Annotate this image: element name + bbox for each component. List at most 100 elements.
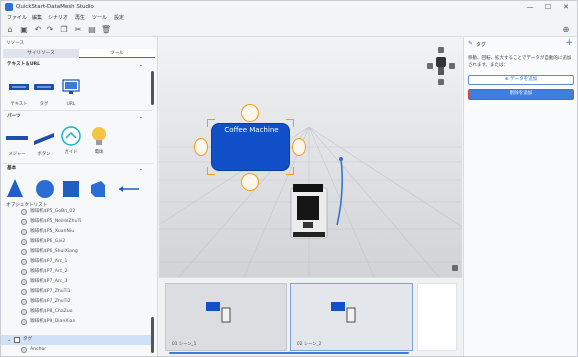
list-item[interactable]: 咖啡机$P9_DianXian xyxy=(1,317,151,327)
minimize-button[interactable]: — xyxy=(521,1,539,13)
palette-guide-label: ガイド xyxy=(64,150,78,155)
divider xyxy=(3,163,153,164)
left-tabs: サイリソース ツール xyxy=(3,49,155,58)
scene-viewport[interactable]: Coffee Machine xyxy=(159,37,462,277)
delete-all-button[interactable]: 削除を追加 xyxy=(468,89,574,100)
scene-thumbnail-2[interactable]: 02 シーン_2 xyxy=(290,283,413,351)
scene-preview xyxy=(206,302,231,323)
object-icon xyxy=(21,279,27,285)
guide-arrow-icon xyxy=(61,126,81,146)
palette-tag[interactable]: タグ xyxy=(31,77,57,107)
palette-measure-label: メジャー xyxy=(8,152,26,157)
palette-button[interactable]: ボタン xyxy=(31,127,57,157)
checkbox-icon[interactable] xyxy=(14,337,20,343)
cube-shape-icon[interactable] xyxy=(63,181,79,197)
palette-scrollbar[interactable] xyxy=(151,71,154,105)
redo-icon[interactable]: ↷ xyxy=(45,25,55,35)
panel-description: 移動、回転、拡大することでデータが自動的に追加されます。または： xyxy=(468,56,572,68)
list-item[interactable]: 咖啡机$P5_NeiHeZhuTi xyxy=(1,217,151,227)
scene-strip: 01 シーン_1 02 シーン_2 xyxy=(159,277,462,356)
list-item[interactable]: 咖啡机$P6_ShuiXiang xyxy=(1,247,151,257)
menu-settings[interactable]: 設定 xyxy=(114,13,124,23)
edit-icon[interactable]: ✎ xyxy=(468,40,473,47)
palette-text-label: テキスト xyxy=(10,102,28,107)
tab-tools[interactable]: ツール xyxy=(79,49,155,58)
box-shape-icon[interactable] xyxy=(91,181,105,197)
menu-edit[interactable]: 編集 xyxy=(32,13,42,23)
object-list-scrollbar[interactable] xyxy=(151,317,154,353)
list-item[interactable]: 咖啡机$P7_Arc_2 xyxy=(1,267,151,277)
scene-thumbnail-1[interactable]: 01 シーン_1 xyxy=(165,283,287,351)
tag-label-object[interactable]: Coffee Machine xyxy=(211,123,290,171)
title-bar: QuickStart-DataMesh Studio — ☐ ✕ xyxy=(1,1,577,13)
palette-measure[interactable]: メジャー xyxy=(4,127,30,157)
list-item[interactable]: 咖啡机$P5_GoBn_02 xyxy=(1,207,151,217)
home-icon[interactable]: ⌂ xyxy=(5,25,15,35)
list-item[interactable]: Anchor xyxy=(1,345,151,355)
floor-grid xyxy=(159,126,462,277)
list-item-tag[interactable]: ⌄ タグ xyxy=(1,335,151,345)
rotate-right-handle[interactable] xyxy=(292,138,306,156)
measure-icon xyxy=(6,136,28,140)
view-top-icon[interactable] xyxy=(438,47,444,53)
object-icon xyxy=(21,289,27,295)
paste-icon[interactable]: ▤ xyxy=(87,25,97,35)
add-data-button[interactable]: ⊕ データを追加 xyxy=(468,75,574,85)
left-panel: リソース サイリソース ツール テキスト＆URL ⌄ テキスト タグ URL パ… xyxy=(1,37,158,356)
add-scene-slot[interactable] xyxy=(417,283,457,351)
robot-avatar-icon xyxy=(436,57,446,75)
rotate-bottom-handle[interactable] xyxy=(241,173,259,191)
list-item[interactable]: 咖啡机$P6_Gai2 xyxy=(1,237,151,247)
list-item[interactable]: 咖啡机$P5_XuanNiu xyxy=(1,227,151,237)
delete-icon[interactable]: 🗑 xyxy=(101,25,111,35)
group-parts[interactable]: パーツ ⌄ xyxy=(7,113,149,121)
scene-strip-scrollbar[interactable] xyxy=(169,352,409,354)
cone-shape-icon[interactable] xyxy=(7,179,23,197)
object-icon xyxy=(21,229,27,235)
power-cable xyxy=(336,157,343,226)
view-right-icon[interactable] xyxy=(449,63,455,69)
view-navigator[interactable] xyxy=(427,47,455,85)
palette-guide[interactable]: ガイド xyxy=(58,125,84,155)
copy-icon[interactable]: ❐ xyxy=(59,25,69,35)
undo-icon[interactable]: ↶ xyxy=(33,25,43,35)
view-bottom-icon[interactable] xyxy=(438,79,444,85)
menu-tools[interactable]: ツール xyxy=(92,13,107,23)
rotate-left-handle[interactable] xyxy=(194,138,208,156)
view-left-icon[interactable] xyxy=(427,63,433,69)
tab-my-resources[interactable]: サイリソース xyxy=(3,49,79,58)
palette-bulb[interactable]: 電球 xyxy=(86,125,112,155)
group-basic[interactable]: 基本 ⌄ xyxy=(7,165,149,173)
add-icon[interactable]: + xyxy=(565,39,573,48)
list-item[interactable]: 咖啡机$P7_Arc_1 xyxy=(1,257,151,267)
maximize-button[interactable]: ☐ xyxy=(539,1,557,13)
scene-preview xyxy=(331,302,356,323)
close-button[interactable]: ✕ xyxy=(557,1,575,13)
object-icon xyxy=(21,319,27,325)
monitor-icon xyxy=(62,79,80,94)
group-basic-label: 基本 xyxy=(7,166,17,171)
save-icon[interactable]: ▣ xyxy=(19,25,29,35)
menu-play[interactable]: 再生 xyxy=(75,13,85,23)
coffee-machine-model[interactable] xyxy=(289,182,329,240)
palette-url-label: URL xyxy=(66,102,76,107)
object-icon xyxy=(21,347,27,353)
light-bulb-icon xyxy=(92,127,106,145)
grid-toggle-icon[interactable] xyxy=(452,265,458,271)
object-icon xyxy=(21,219,27,225)
menu-bar: ファイル 編集 シナリオ 再生 ツール 設定 xyxy=(1,13,577,23)
menu-scenario[interactable]: シナリオ xyxy=(48,13,68,23)
menu-file[interactable]: ファイル xyxy=(7,13,27,23)
cut-icon[interactable]: ✂ xyxy=(73,25,83,35)
palette-url[interactable]: URL xyxy=(58,77,84,107)
publish-icon[interactable]: ⊕ xyxy=(561,25,571,35)
list-item[interactable]: 咖啡机$P7_ZhuTi1 xyxy=(1,287,151,297)
palette-text[interactable]: テキスト xyxy=(6,77,32,107)
object-icon xyxy=(21,309,27,315)
group-text-url[interactable]: テキスト＆URL ⌄ xyxy=(7,61,149,69)
list-item[interactable]: 咖啡机$P7_Arc_3 xyxy=(1,277,151,287)
sphere-shape-icon[interactable] xyxy=(36,180,54,198)
list-item[interactable]: 咖啡机$P8_ChaZuo xyxy=(1,307,151,317)
list-item[interactable]: 咖啡机$P7_ZhuTi2 xyxy=(1,297,151,307)
rotate-top-handle[interactable] xyxy=(241,104,259,122)
